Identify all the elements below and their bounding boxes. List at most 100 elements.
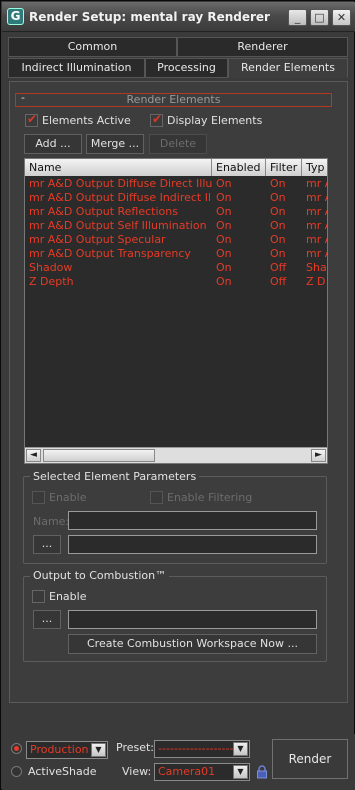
cell-name: mr A&D Output Self Illumination	[29, 219, 207, 232]
combustion-path-field[interactable]	[68, 610, 317, 629]
view-dropdown-value: Camera01	[158, 765, 216, 778]
cell-type: mr A	[306, 247, 327, 260]
table-row[interactable]: Z Depth On Off Z D	[25, 275, 327, 289]
cell-enabled: On	[216, 177, 232, 190]
preset-dropdown[interactable]: -------------------- ▼	[154, 740, 250, 758]
display-elements-checkbox[interactable]	[150, 112, 163, 127]
render-setup-window: G Render Setup: mental ray Renderer _ □ …	[0, 0, 355, 790]
combustion-enable-checkbox[interactable]	[32, 590, 45, 603]
render-button[interactable]: Render	[272, 739, 348, 779]
maximize-button[interactable]: □	[310, 9, 329, 26]
table-row[interactable]: mr A&D Output Transparency On On mr A	[25, 247, 327, 261]
view-label: View:	[122, 765, 152, 778]
cell-filter: On	[270, 191, 286, 204]
cell-name: mr A&D Output Diffuse Direct Illumina...	[29, 177, 212, 190]
cell-enabled: On	[216, 191, 232, 204]
table-row[interactable]: mr A&D Output Specular On On mr A	[25, 233, 327, 247]
lock-icon[interactable]	[256, 765, 268, 779]
view-dropdown[interactable]: Camera01 ▼	[154, 763, 250, 781]
cell-name: mr A&D Output Reflections	[29, 205, 178, 218]
delete-button[interactable]: Delete	[149, 134, 207, 154]
preset-label: Preset:	[116, 741, 155, 754]
cell-name: Shadow	[29, 261, 73, 274]
cell-name: Z Depth	[29, 275, 74, 288]
table-row[interactable]: mr A&D Output Reflections On On mr A	[25, 205, 327, 219]
tab-render-elements[interactable]: Render Elements	[228, 58, 348, 78]
cell-type: mr A	[306, 177, 327, 190]
cell-enabled: On	[216, 233, 232, 246]
cell-name: mr A&D Output Transparency	[29, 247, 191, 260]
element-path-field[interactable]	[68, 535, 317, 554]
production-dropdown-value: Production	[30, 743, 89, 756]
cell-enabled: On	[216, 219, 232, 232]
tab-processing[interactable]: Processing	[145, 58, 228, 78]
close-button[interactable]: ✕	[332, 9, 351, 26]
table-row[interactable]: mr A&D Output Diffuse Indirect Illumin..…	[25, 191, 327, 205]
cell-name: mr A&D Output Specular	[29, 233, 166, 246]
cell-enabled: On	[216, 275, 232, 288]
column-header-filter[interactable]: Filter	[266, 159, 302, 176]
elements-active-label: Elements Active	[42, 114, 131, 127]
preset-dropdown-value: --------------------	[158, 742, 238, 755]
cell-type: mr A	[306, 191, 327, 204]
table-row[interactable]: mr A&D Output Self Illumination On On mr A	[25, 219, 327, 233]
cell-filter: On	[270, 247, 286, 260]
render-elements-rollout[interactable]: - Render Elements	[15, 91, 332, 107]
browse-element-button[interactable]: ...	[33, 535, 61, 554]
chevron-down-icon[interactable]: ▼	[91, 743, 106, 757]
column-header-enabled[interactable]: Enabled	[212, 159, 266, 176]
combustion-enable-label: Enable	[49, 590, 87, 603]
tab-indirect-illumination[interactable]: Indirect Illumination	[8, 58, 145, 78]
horizontal-scrollbar[interactable]: ◄ ►	[25, 447, 327, 463]
chevron-down-icon[interactable]: ▼	[233, 765, 248, 779]
create-combustion-workspace-button[interactable]: Create Combustion Workspace Now ...	[68, 634, 317, 654]
cell-type: Z D	[306, 275, 326, 288]
cell-enabled: On	[216, 247, 232, 260]
add-button[interactable]: Add ...	[24, 134, 82, 154]
cell-enabled: On	[216, 261, 232, 274]
chevron-down-icon[interactable]: ▼	[233, 742, 248, 756]
combustion-browse-button[interactable]: ...	[33, 610, 61, 629]
selected-element-parameters-title: Selected Element Parameters	[30, 470, 200, 483]
enable-filtering-label: Enable Filtering	[167, 491, 253, 504]
cell-filter: On	[270, 219, 286, 232]
minimize-button[interactable]: _	[288, 9, 307, 26]
rollout-title: Render Elements	[126, 93, 221, 106]
cell-name: mr A&D Output Diffuse Indirect Illumin..…	[29, 191, 212, 204]
enable-checkbox[interactable]	[32, 491, 45, 504]
render-elements-list[interactable]: Name Enabled Filter Typ mr A&D Output Di…	[24, 158, 328, 464]
title-bar[interactable]: G Render Setup: mental ray Renderer _ □ …	[2, 2, 355, 32]
cell-type: mr A	[306, 233, 327, 246]
cell-filter: On	[270, 233, 286, 246]
merge-button[interactable]: Merge ...	[86, 134, 144, 154]
scroll-left-icon[interactable]: ◄	[26, 449, 41, 462]
column-header-type[interactable]: Typ	[302, 159, 327, 176]
tab-renderer[interactable]: Renderer	[177, 37, 348, 57]
display-elements-label: Display Elements	[167, 114, 263, 127]
name-label: Name:	[33, 515, 70, 528]
enable-filtering-checkbox[interactable]	[150, 491, 163, 504]
column-header-name[interactable]: Name	[25, 159, 212, 176]
tab-common[interactable]: Common	[8, 37, 177, 57]
list-header: Name Enabled Filter Typ	[25, 159, 327, 176]
production-radio[interactable]	[11, 743, 22, 754]
cell-filter: Off	[270, 275, 287, 288]
activeshade-label: ActiveShade	[28, 765, 97, 778]
window-title: Render Setup: mental ray Renderer	[29, 10, 270, 24]
app-icon: G	[7, 8, 24, 25]
scroll-right-icon[interactable]: ►	[311, 449, 326, 462]
table-row[interactable]: mr A&D Output Diffuse Direct Illumina...…	[25, 177, 327, 191]
cell-filter: Off	[270, 261, 287, 274]
scroll-thumb[interactable]	[43, 449, 155, 462]
cell-type: Sha	[306, 261, 327, 274]
cell-type: mr A	[306, 219, 327, 232]
cell-filter: On	[270, 177, 286, 190]
production-dropdown[interactable]: Production ▼	[26, 741, 108, 759]
cell-type: mr A	[306, 205, 327, 218]
table-row[interactable]: Shadow On Off Sha	[25, 261, 327, 275]
activeshade-radio[interactable]	[11, 766, 22, 777]
name-field[interactable]	[68, 511, 317, 530]
cell-enabled: On	[216, 205, 232, 218]
combustion-title: Output to Combustion™	[30, 569, 170, 582]
elements-active-checkbox[interactable]	[25, 112, 38, 127]
